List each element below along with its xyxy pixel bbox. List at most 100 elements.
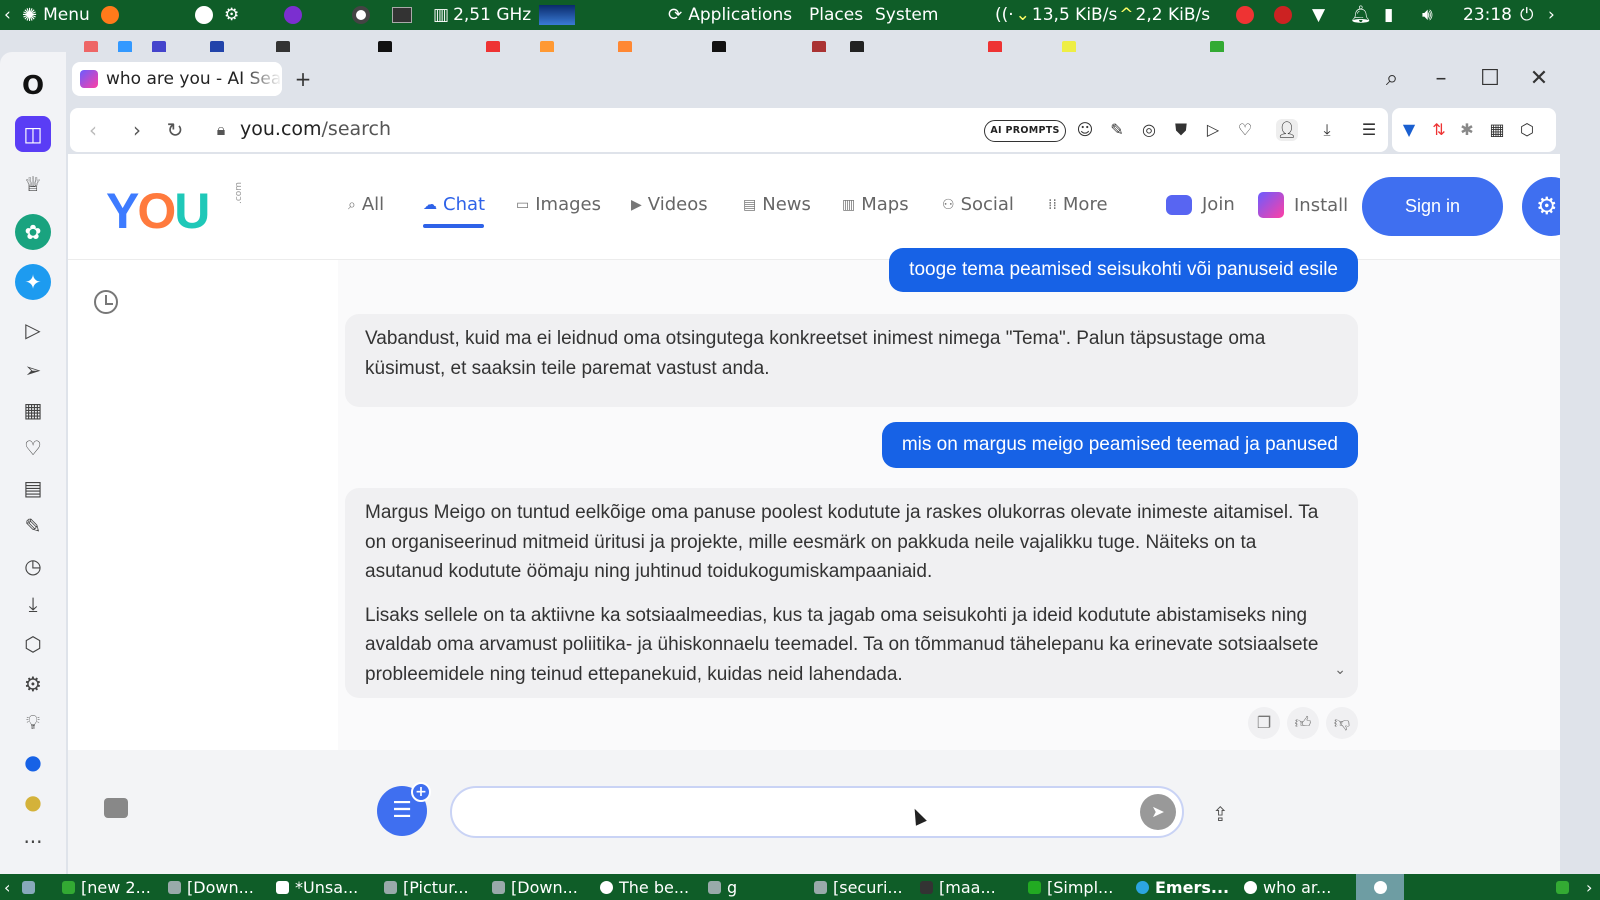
firefox-launcher-icon[interactable] — [101, 0, 119, 30]
clock[interactable]: 23:18 — [1463, 0, 1512, 30]
shield-icon[interactable]: ⛊ — [1170, 119, 1192, 141]
strip-favicon[interactable] — [712, 41, 726, 52]
trash-icon[interactable] — [1556, 874, 1569, 900]
battery-icon[interactable]: ▮ — [1384, 0, 1393, 30]
copy-button[interactable]: ❐ — [1248, 707, 1280, 739]
join-discord-button[interactable]: Join — [1166, 194, 1235, 215]
panel-scroll-left-icon[interactable]: ‹ — [4, 0, 11, 30]
taskbar-item[interactable]: *Unsa... — [276, 874, 358, 900]
terminal-launcher-icon[interactable] — [392, 0, 412, 30]
taskbar-item[interactable]: [Down... — [168, 874, 254, 900]
you-logo[interactable]: YOU — [106, 182, 210, 240]
strip-favicon[interactable] — [850, 41, 864, 52]
strip-favicon[interactable] — [152, 41, 166, 52]
strip-favicon[interactable] — [988, 41, 1002, 52]
taskbar-item[interactable]: [new 2... — [62, 874, 151, 900]
lock-icon[interactable]: 🔒︎ — [208, 117, 234, 143]
strip-favicon[interactable] — [276, 41, 290, 52]
taskbar-item[interactable]: [Down... — [492, 874, 578, 900]
notification-bell-icon[interactable]: 🔔︎ — [1350, 0, 1372, 30]
tab-you-search[interactable]: who are you - AI Search — [72, 62, 282, 96]
lightbulb-icon[interactable]: 💡︎ — [15, 704, 51, 740]
tab-chat[interactable]: ☁ Chat — [423, 194, 485, 215]
extension-sort-icon[interactable]: ⇅ — [1428, 119, 1450, 141]
send-button[interactable]: ➤ — [1140, 794, 1176, 830]
places-menu[interactable]: Places — [809, 0, 863, 30]
chatgpt-icon[interactable]: ✿ — [15, 214, 51, 250]
strip-favicon[interactable] — [618, 41, 632, 52]
crown-icon[interactable]: ♕ — [15, 166, 51, 202]
taskbar-item[interactable]: [maa... — [920, 874, 996, 900]
coin-icon[interactable]: ● — [15, 784, 51, 820]
strip-favicon[interactable] — [1210, 41, 1224, 52]
downloads-icon[interactable]: ⤓ — [1316, 119, 1338, 141]
emoji-icon[interactable]: ☺ — [1074, 119, 1096, 141]
strip-favicon[interactable] — [118, 41, 132, 52]
menu-button[interactable]: ✺ Menu — [22, 0, 90, 30]
history-sidebar-icon[interactable]: ◷ — [15, 548, 51, 584]
url-field[interactable]: you.com/search — [240, 118, 391, 140]
snapshot-edit-icon[interactable]: ✎ — [1106, 119, 1128, 141]
news-icon[interactable]: ▤ — [15, 470, 51, 506]
strip-favicon[interactable] — [812, 41, 826, 52]
strip-favicon[interactable] — [210, 41, 224, 52]
profile-icon[interactable]: 👤︎ — [1276, 119, 1298, 141]
cube-icon[interactable]: ⬡ — [15, 626, 51, 662]
taskbar-scroll-left-icon[interactable]: ‹ — [4, 874, 10, 900]
settings-gear-icon[interactable]: ⚙ — [15, 666, 51, 702]
search-tabs-icon[interactable]: ⌕ — [1377, 66, 1407, 91]
extension-cube-icon[interactable]: ⬡ — [1516, 119, 1538, 141]
heart-bookmark-icon[interactable]: ♡ — [1234, 119, 1256, 141]
tab-more[interactable]: ⁞⁞ More — [1048, 194, 1108, 215]
reload-button[interactable]: ↻ — [162, 117, 188, 143]
taskbar-item[interactable]: g — [708, 874, 737, 900]
forward-button[interactable]: › — [124, 117, 150, 143]
thumbs-down-button[interactable]: 👎︎ — [1326, 707, 1358, 739]
tray-record-icon[interactable] — [1274, 0, 1292, 30]
minimize-icon[interactable]: – — [1426, 66, 1456, 91]
new-chat-button[interactable]: ☰ + — [377, 782, 431, 836]
extension-v-icon[interactable]: ▼ — [1398, 119, 1420, 141]
settings-button[interactable]: ⚙ — [1522, 177, 1560, 236]
opera-logo-icon[interactable]: O — [15, 68, 51, 104]
chat-extension-icon[interactable]: ● — [15, 744, 51, 780]
ai-prompts-button[interactable]: AI PROMPTS — [984, 120, 1066, 142]
strip-favicon[interactable] — [1062, 41, 1076, 52]
tab-all[interactable]: ⌕ All — [348, 194, 384, 215]
power-icon[interactable]: ⏻ — [1520, 0, 1533, 30]
history-clock-icon[interactable] — [94, 290, 118, 314]
tab-maps[interactable]: ▥ Maps — [842, 194, 909, 215]
tor-launcher-icon[interactable] — [284, 0, 302, 30]
launcher-a-icon[interactable] — [195, 0, 213, 30]
easy-setup-icon[interactable]: ☰ — [1358, 119, 1380, 141]
sign-in-button[interactable]: Sign in — [1362, 177, 1503, 236]
aria-ai-icon[interactable]: ◫ — [15, 116, 51, 152]
chat-input[interactable] — [450, 786, 1184, 838]
taskbar-item-active[interactable] — [1356, 874, 1404, 900]
new-tab-button[interactable]: + — [292, 68, 314, 90]
camera-icon[interactable]: ◎ — [1138, 119, 1160, 141]
taskbar-item[interactable]: The be... — [600, 874, 689, 900]
show-desktop-icon[interactable] — [22, 874, 35, 900]
strip-favicon[interactable] — [84, 41, 98, 52]
edit-icon[interactable]: ✎ — [15, 508, 51, 544]
taskbar-item[interactable]: [securi... — [814, 874, 903, 900]
thumbs-up-button[interactable]: 👍︎ — [1287, 707, 1319, 739]
apps-grid-icon[interactable]: ▦ — [15, 392, 51, 428]
heart-icon[interactable]: ♡ — [15, 430, 51, 466]
tray-app-icon[interactable] — [1236, 0, 1254, 30]
more-dots-icon[interactable]: ··· — [15, 824, 51, 860]
volume-icon[interactable]: 🔊︎ — [1422, 0, 1433, 30]
taskbar-scroll-right-icon[interactable]: › — [1586, 874, 1592, 900]
tab-news[interactable]: ▤ News — [743, 194, 811, 215]
taskbar-item[interactable]: Emers... — [1136, 874, 1229, 900]
chat-mode-icon[interactable] — [104, 798, 128, 818]
taskbar-item[interactable]: [Pictur... — [384, 874, 469, 900]
install-button[interactable]: Install — [1258, 192, 1348, 218]
close-icon[interactable]: ✕ — [1524, 66, 1554, 91]
tab-images[interactable]: ▭ Images — [516, 194, 601, 215]
applications-menu[interactable]: ⟳ Applications — [668, 0, 792, 30]
taskbar-item[interactable]: who ar... — [1244, 874, 1331, 900]
share-icon[interactable]: ▷ — [1202, 119, 1224, 141]
taskbar-item[interactable]: [Simpl... — [1028, 874, 1113, 900]
